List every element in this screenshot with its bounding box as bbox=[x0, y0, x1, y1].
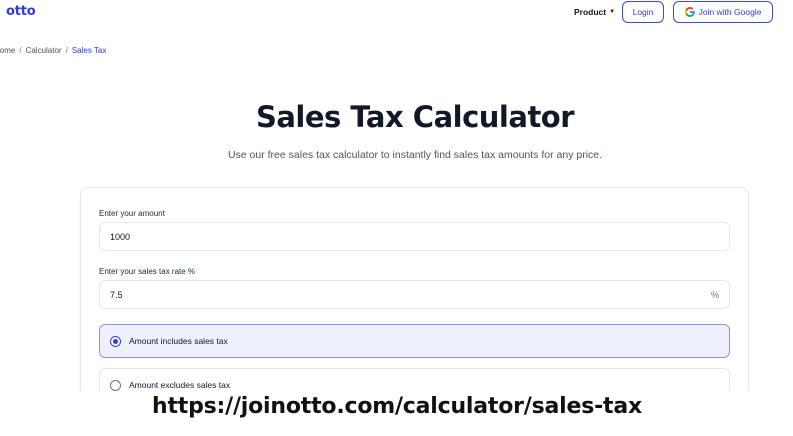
nav-product-label: Product bbox=[574, 7, 607, 17]
option-includes-label: Amount includes sales tax bbox=[129, 336, 228, 346]
amount-input[interactable]: 1000 bbox=[99, 222, 730, 251]
amount-value: 1000 bbox=[110, 231, 131, 242]
nav-product-menu[interactable]: Product ▼ bbox=[574, 7, 615, 17]
top-navigation: otto Product ▼ Login Join with Google bbox=[0, 0, 793, 24]
breadcrumb-sales-tax: Sales Tax bbox=[71, 46, 107, 55]
join-with-google-button[interactable]: Join with Google bbox=[673, 1, 773, 23]
otto-logo[interactable]: otto bbox=[6, 4, 36, 19]
breadcrumb: Home/Calculator/Sales Tax bbox=[0, 46, 106, 55]
amount-label: Enter your amount bbox=[99, 209, 165, 218]
option-amount-includes-tax[interactable]: Amount includes sales tax bbox=[99, 324, 730, 358]
join-with-google-label: Join with Google bbox=[698, 7, 762, 17]
radio-selected-icon[interactable] bbox=[110, 335, 121, 347]
google-icon bbox=[684, 7, 695, 17]
percent-suffix: % bbox=[710, 289, 719, 300]
login-button[interactable]: Login bbox=[622, 1, 664, 23]
breadcrumb-separator: / bbox=[65, 46, 68, 55]
tax-rate-label: Enter your sales tax rate % bbox=[99, 267, 196, 276]
breadcrumb-separator: / bbox=[19, 46, 22, 55]
caret-down-icon: ▼ bbox=[609, 9, 616, 15]
page-subtitle: Use our free sales tax calculator to ins… bbox=[227, 149, 603, 161]
radio-unselected-icon[interactable] bbox=[110, 379, 121, 391]
breadcrumb-home[interactable]: Home bbox=[0, 46, 15, 55]
tax-rate-input[interactable]: 7.5 % bbox=[99, 280, 730, 309]
tax-rate-value: 7.5 bbox=[110, 289, 123, 300]
breadcrumb-calculator[interactable]: Calculator bbox=[26, 46, 62, 55]
url-caption: https://joinotto.com/calculator/sales-ta… bbox=[152, 394, 643, 419]
page-title: Sales Tax Calculator bbox=[255, 100, 575, 134]
option-excludes-label: Amount excludes sales tax bbox=[129, 380, 231, 390]
